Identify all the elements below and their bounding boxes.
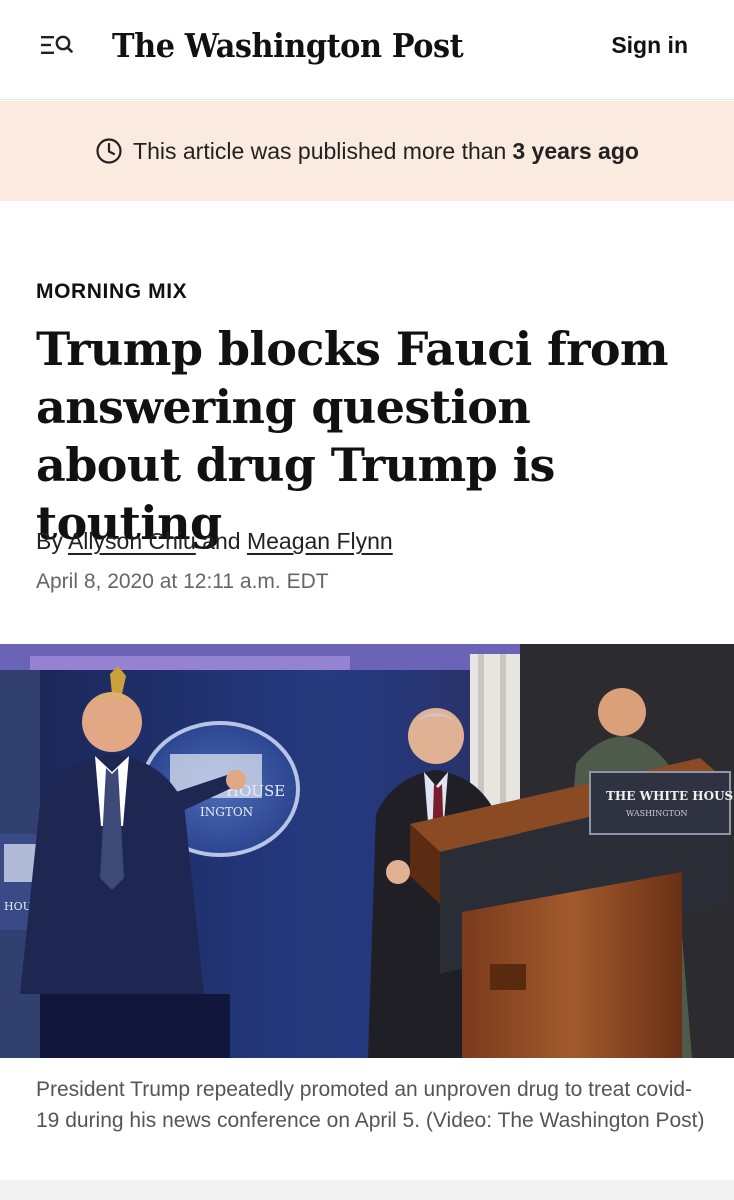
section-kicker[interactable]: MORNING MIX (36, 280, 187, 304)
clock-icon (96, 138, 122, 164)
seal-subtext: INGTON (200, 805, 253, 819)
podium-line-1: THE WHITE HOUSE (606, 789, 734, 803)
article-lead-photo[interactable]: HOUSE INGTON HOUSE THE WHITE HOUSE WASHI… (0, 644, 734, 1058)
byline-and: and (202, 528, 241, 554)
page-bottom-strip (0, 1180, 734, 1200)
notice-emphasis: 3 years ago (512, 137, 639, 164)
byline: By Allyson Chiu and Meagan Flynn (36, 528, 393, 555)
author-link-allyson-chiu[interactable]: Allyson Chiu (68, 528, 196, 554)
top-navigation-bar: The Washington Post Sign in (0, 0, 734, 100)
article-headline: Trump blocks Fauci from answering questi… (36, 322, 669, 550)
byline-prefix: By (36, 528, 63, 554)
publish-date: April 8, 2020 at 12:11 a.m. EDT (36, 570, 329, 593)
photo-caption: President Trump repeatedly promoted an u… (36, 1078, 705, 1132)
article-age-notice: This article was published more than 3 y… (0, 101, 734, 201)
menu-search-icon[interactable] (38, 30, 74, 60)
sign-in-button[interactable]: Sign in (611, 28, 688, 62)
site-logo[interactable]: The Washington Post (112, 18, 464, 74)
podium-line-2: WASHINGTON (626, 809, 688, 818)
notice-text: This article was published more than (133, 137, 507, 164)
author-link-meagan-flynn[interactable]: Meagan Flynn (247, 528, 393, 554)
